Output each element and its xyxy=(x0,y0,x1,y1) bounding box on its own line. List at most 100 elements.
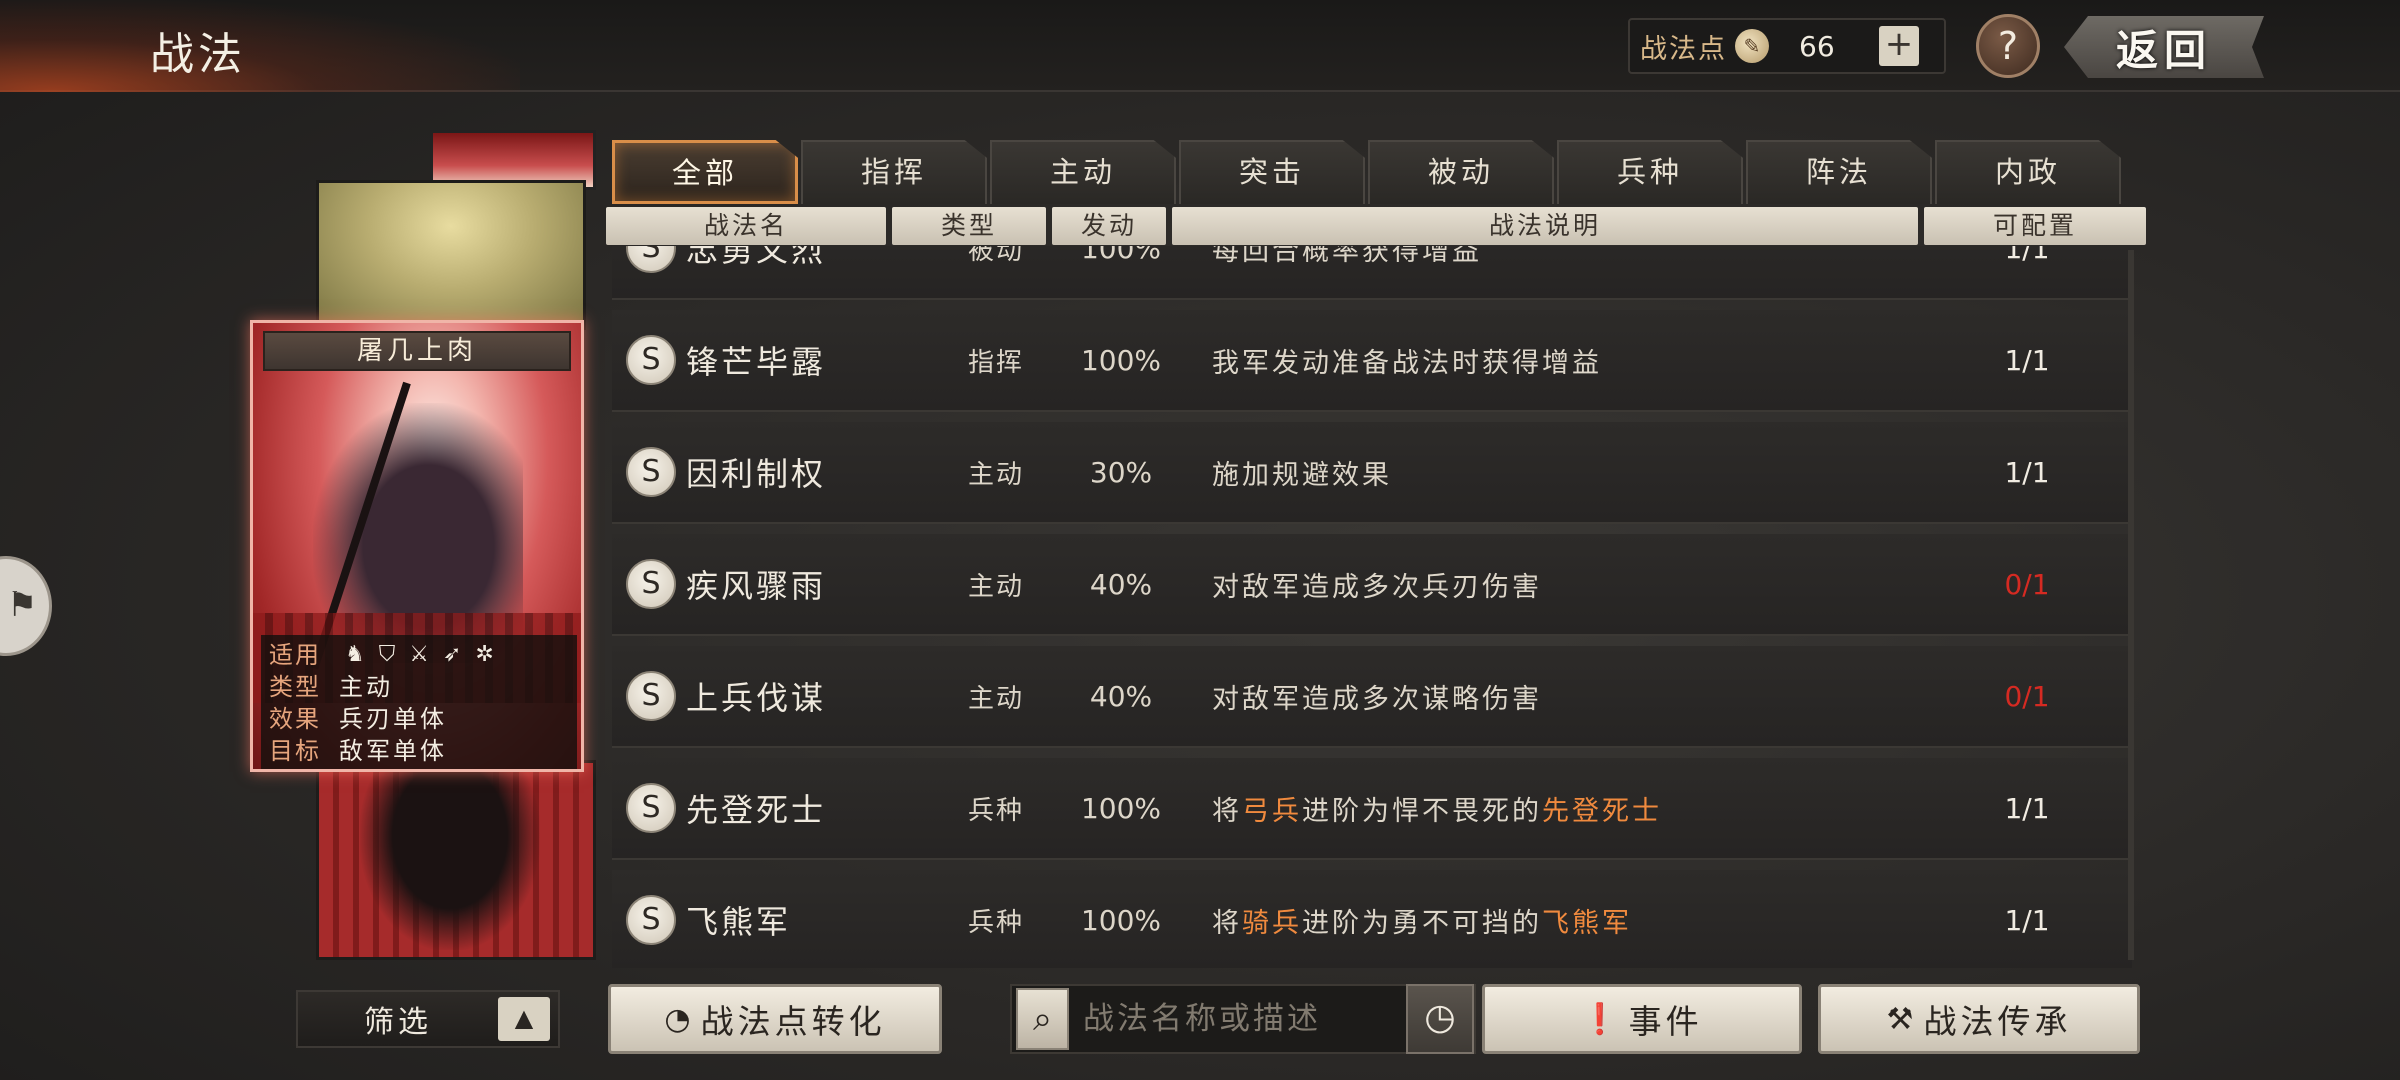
inherit-label: 战法传承 xyxy=(1923,1002,2072,1041)
table-row[interactable]: S 先登死士 兵种 100% 将弓兵进阶为悍不畏死的先登死士 1/1 xyxy=(612,758,2132,860)
card-key: 效果 xyxy=(269,705,321,733)
filter-box[interactable]: 筛选 ▲ xyxy=(296,990,560,1048)
grade-s-icon: S xyxy=(626,335,676,385)
filter-toggle-button[interactable]: ▲ xyxy=(498,997,550,1041)
search-icon[interactable]: ⌕ xyxy=(1016,988,1069,1050)
column-header-config[interactable]: 可配置 xyxy=(1924,207,2146,245)
tab-formation[interactable]: 阵法 xyxy=(1746,140,1932,204)
table-row[interactable]: S 忠勇义烈 被动 100% 每回合概率获得增益 1/1 xyxy=(612,246,2132,300)
tactic-config: 1/1 xyxy=(2004,791,2050,825)
tactic-rate: 100% xyxy=(1080,343,1162,377)
column-header-type[interactable]: 类型 xyxy=(892,207,1046,245)
tactic-detail-card[interactable]: 屠几上肉 适用 ♞ ⛉ ⚔ ➶ ✲ 类型 主动 效果 兵刃单体 目标 敌军单体 xyxy=(250,320,584,772)
column-header-rate[interactable]: 发动 xyxy=(1052,207,1166,245)
tactic-name: 飞熊军 xyxy=(686,903,792,941)
tactic-desc: 将弓兵进阶为悍不畏死的先登死士 xyxy=(1212,789,1942,828)
tab-command[interactable]: 指挥 xyxy=(801,140,987,204)
tactic-rate: 100% xyxy=(1080,791,1162,825)
tactic-rate: 40% xyxy=(1089,567,1153,601)
tactic-config: 1/1 xyxy=(2004,903,2050,937)
tactic-type: 指挥 xyxy=(967,347,1024,378)
convert-points-label: 战法点转化 xyxy=(700,1002,886,1041)
tab-troop[interactable]: 兵种 xyxy=(1557,140,1743,204)
tactic-config: 0/1 xyxy=(2004,567,2050,601)
tab-active[interactable]: 主动 xyxy=(990,140,1176,204)
page-title: 战法 xyxy=(150,29,246,80)
tactic-desc: 对敌军造成多次谋略伤害 xyxy=(1212,683,1542,715)
tactic-name: 因利制权 xyxy=(686,455,827,493)
card-row-target: 目标 敌军单体 xyxy=(269,735,569,767)
clock-icon[interactable]: ◷ xyxy=(1406,984,1474,1054)
convert-points-button[interactable]: ◔ 战法点转化 xyxy=(608,984,942,1054)
tactic-rate: 40% xyxy=(1089,679,1153,713)
card-key: 适用 xyxy=(269,641,321,669)
tactic-type: 兵种 xyxy=(967,795,1024,826)
table-row[interactable]: S 因利制权 主动 30% 施加规避效果 1/1 xyxy=(612,422,2132,524)
tactic-art-silhouette xyxy=(360,760,540,950)
tab-passive[interactable]: 被动 xyxy=(1368,140,1554,204)
column-header-name[interactable]: 战法名 xyxy=(606,207,886,245)
filter-label: 筛选 xyxy=(364,1005,432,1040)
tactic-list: S 忠勇义烈 被动 100% 每回合概率获得增益 1/1 S 锋芒毕露 指挥 1… xyxy=(606,246,2140,968)
grade-s-icon: S xyxy=(626,671,676,721)
tactic-type: 被动 xyxy=(967,246,1024,266)
card-value: 敌军单体 xyxy=(339,737,447,765)
back-button-label: 返回 xyxy=(2115,25,2212,75)
inherit-button[interactable]: ⚒ 战法传承 xyxy=(1818,984,2140,1054)
card-info-panel: 适用 ♞ ⛉ ⚔ ➶ ✲ 类型 主动 效果 兵刃单体 目标 敌军单体 xyxy=(261,635,577,769)
top-bar: 战法 战法点 ✎ 66 + ? 返回 xyxy=(0,0,2400,92)
grade-s-icon: S xyxy=(626,246,676,273)
help-button[interactable]: ? xyxy=(1976,14,2040,78)
tactic-desc: 对敌军造成多次兵刃伤害 xyxy=(1212,571,1542,603)
card-row-type: 类型 主动 xyxy=(269,671,569,703)
tactic-points-box: 战法点 ✎ 66 + xyxy=(1628,18,1946,74)
desc-highlight: 骑兵 xyxy=(1242,907,1302,939)
event-button[interactable]: ❗ 事件 xyxy=(1482,984,1802,1054)
card-row-effect: 效果 兵刃单体 xyxy=(269,703,569,735)
grade-s-icon: S xyxy=(626,783,676,833)
tactic-name: 锋芒毕露 xyxy=(686,343,827,381)
tactic-rate: 100% xyxy=(1080,903,1162,937)
tactic-name: 疾风骤雨 xyxy=(686,567,827,605)
desc-text: 将 xyxy=(1212,907,1242,939)
tactic-config: 1/1 xyxy=(2004,343,2050,377)
add-points-button[interactable]: + xyxy=(1879,26,1919,66)
table-row[interactable]: S 飞熊军 兵种 100% 将骑兵进阶为勇不可挡的飞熊军 1/1 xyxy=(612,870,2132,968)
card-key: 目标 xyxy=(269,737,321,765)
tactic-points-value: 66 xyxy=(1799,29,1835,63)
table-row[interactable]: S 锋芒毕露 指挥 100% 我军发动准备战法时获得增益 1/1 xyxy=(612,310,2132,412)
tactic-type: 兵种 xyxy=(967,907,1024,938)
card-key: 类型 xyxy=(269,673,321,701)
tactic-points-label: 战法点 xyxy=(1640,33,1727,65)
tab-all[interactable]: 全部 xyxy=(612,140,798,204)
crossed-weapons-icon: ⚔ xyxy=(409,642,429,667)
tactic-name: 上兵伐谋 xyxy=(686,679,827,717)
desc-text: 进阶为悍不畏死的 xyxy=(1302,795,1542,827)
table-row[interactable]: S 疾风骤雨 主动 40% 对敌军造成多次兵刃伤害 0/1 xyxy=(612,534,2132,636)
cavalry-icon: ♞ xyxy=(345,642,365,667)
tactic-rate: 30% xyxy=(1089,455,1153,489)
swirl-icon: ◔ xyxy=(664,1001,695,1037)
table-header: 战法名 类型 发动 战法说明 可配置 xyxy=(606,207,2146,245)
grade-s-icon: S xyxy=(626,559,676,609)
tactic-config: 0/1 xyxy=(2004,679,2050,713)
list-scrollbar[interactable] xyxy=(2128,250,2134,960)
card-value: 主动 xyxy=(339,673,393,701)
tactic-type: 主动 xyxy=(967,683,1024,714)
tab-assault[interactable]: 突击 xyxy=(1179,140,1365,204)
alert-icon: ❗ xyxy=(1581,1001,1623,1037)
table-row[interactable]: S 上兵伐谋 主动 40% 对敌军造成多次谋略伤害 0/1 xyxy=(612,646,2132,748)
category-tabs: 全部 指挥 主动 突击 被动 兵种 阵法 内政 xyxy=(612,140,2121,204)
side-drawer-handle[interactable]: ⚑ xyxy=(0,556,52,656)
tactic-name: 忠勇义烈 xyxy=(686,246,827,269)
grade-s-icon: S xyxy=(626,447,676,497)
card-tactic-name: 屠几上肉 xyxy=(263,331,571,371)
wheel-icon: ✲ xyxy=(475,642,494,667)
desc-highlight: 飞熊军 xyxy=(1542,907,1632,939)
tactic-config: 1/1 xyxy=(2004,455,2050,489)
back-button[interactable]: 返回 xyxy=(2064,16,2264,78)
desc-highlight: 先登死士 xyxy=(1542,795,1662,827)
triangle-up-icon: ▲ xyxy=(514,1004,534,1032)
troop-icons: ♞ ⛉ ⚔ ➶ ✲ xyxy=(345,639,494,671)
tab-internal[interactable]: 内政 xyxy=(1935,140,2121,204)
